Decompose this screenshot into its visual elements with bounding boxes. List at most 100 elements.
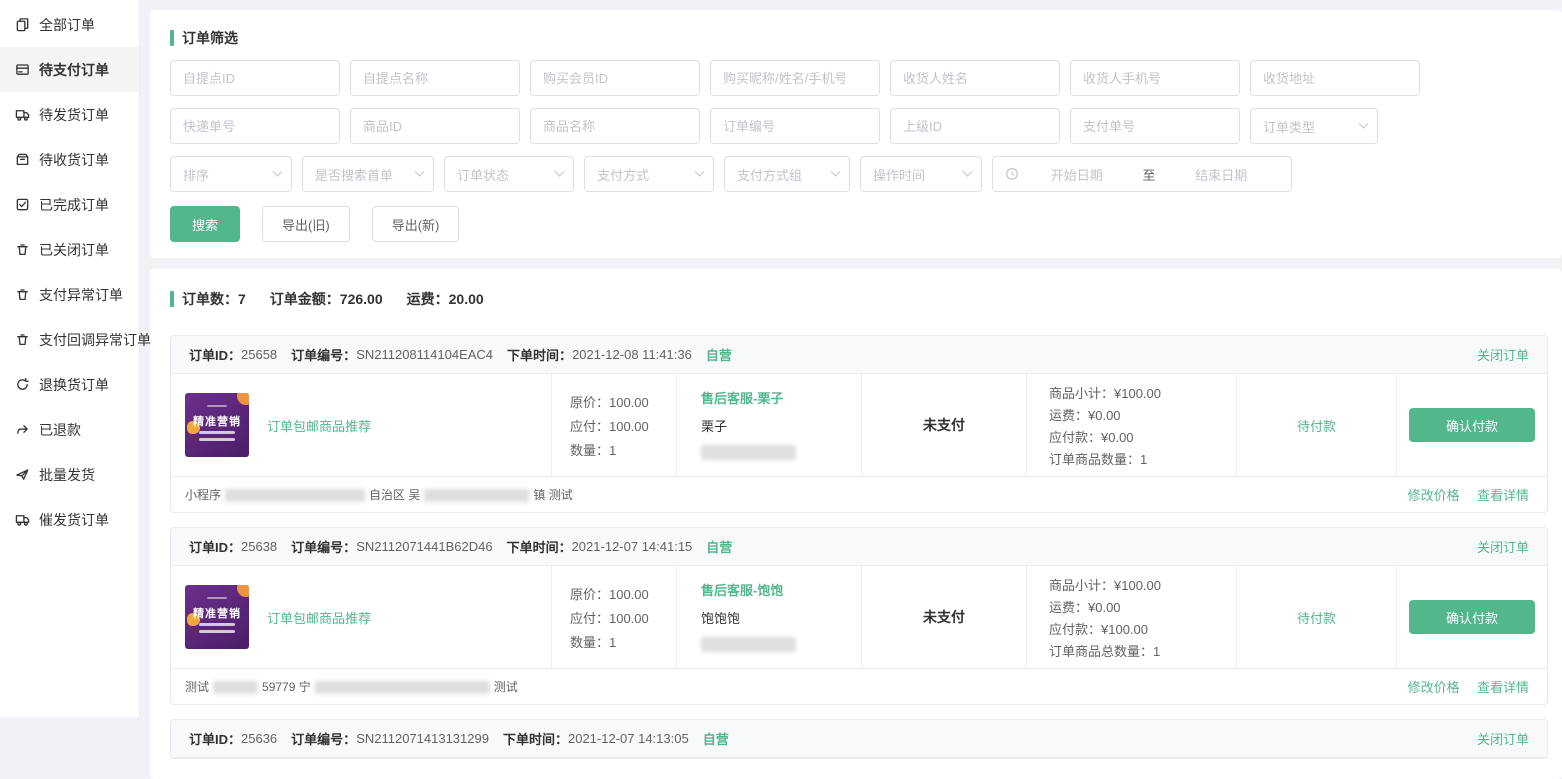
- parent-id-input[interactable]: [890, 108, 1060, 144]
- sidebar-item-return-exchange[interactable]: 退换货订单: [0, 362, 139, 407]
- sidebar-item-batch-shipment[interactable]: 批量发货: [0, 452, 139, 497]
- export-old-button[interactable]: 导出(旧): [262, 206, 350, 242]
- pickup-point-id-input[interactable]: [170, 60, 340, 96]
- amount-due: 应付款：¥100.00: [1049, 619, 1236, 641]
- truck-icon: [15, 107, 30, 122]
- order-id-value: 25658: [241, 347, 277, 362]
- chevron-down-icon: [555, 166, 565, 176]
- order-sn-input[interactable]: [710, 108, 880, 144]
- order-id-value: 25638: [241, 539, 277, 554]
- cover-decoration: [237, 585, 249, 597]
- sidebar-item-refunded[interactable]: 已退款: [0, 407, 139, 452]
- product-cover-title: 精准营销: [185, 605, 249, 621]
- share-arrow-icon: [15, 422, 30, 437]
- confirm-payment-button[interactable]: 确认付款: [1409, 408, 1535, 442]
- after-sale-service-title: 售后客服-栗子: [701, 388, 861, 407]
- sort-select[interactable]: 排序: [170, 156, 292, 192]
- order-card: 订单ID： 25658 订单编号： SN211208114104EAC4 下单时…: [170, 335, 1548, 513]
- close-order-link[interactable]: 关闭订单: [1477, 537, 1529, 556]
- edit-price-link[interactable]: 修改价格: [1408, 680, 1460, 695]
- total-quantity: 订单商品数量：1: [1049, 449, 1236, 471]
- buyer-nickname-input[interactable]: [710, 60, 880, 96]
- product-id-input[interactable]: [350, 108, 520, 144]
- receiver-name-input[interactable]: [890, 60, 1060, 96]
- export-new-button[interactable]: 导出(新): [372, 206, 460, 242]
- receiver-phone-input[interactable]: [1070, 60, 1240, 96]
- sidebar-item-label: 全部订单: [39, 15, 95, 35]
- total-quantity: 订单商品总数量：1: [1049, 641, 1236, 663]
- order-card-body: 精准营销 订单包邮商品推荐 原价：100.00 应付：100.00 数量：1 售…: [171, 374, 1547, 476]
- redacted-text: [315, 681, 490, 694]
- confirm-payment-button[interactable]: 确认付款: [1409, 600, 1535, 634]
- sidebar-item-pending-receipt[interactable]: 待收货订单: [0, 137, 139, 182]
- view-detail-link[interactable]: 查看详情: [1477, 488, 1529, 503]
- order-time-value: 2021-12-07 14:41:15: [572, 539, 693, 554]
- order-sn-label: 订单编号：: [291, 537, 356, 556]
- close-order-link[interactable]: 关闭订单: [1477, 345, 1529, 364]
- subtotal: 商品小计：¥100.00: [1049, 383, 1236, 405]
- order-card: 订单ID： 25636 订单编号： SN2112071413131299 下单时…: [170, 719, 1548, 759]
- chevron-down-icon: [695, 166, 705, 176]
- sidebar-item-label: 待收货订单: [39, 150, 109, 170]
- paper-plane-icon: [15, 467, 30, 482]
- sidebar-item-pending-payment[interactable]: 待支付订单: [0, 47, 139, 92]
- order-status-select[interactable]: 订单状态: [444, 156, 574, 192]
- pending-payment-status: 待付款: [1236, 566, 1396, 668]
- payment-method-select[interactable]: 支付方式: [584, 156, 714, 192]
- order-sn-value: SN2112071441B62D46: [356, 539, 492, 554]
- freight-total: 运费：20.00: [407, 289, 484, 309]
- close-order-link[interactable]: 关闭订单: [1477, 729, 1529, 748]
- first-order-select[interactable]: 是否搜索首单: [302, 156, 434, 192]
- chevron-down-icon: [1359, 118, 1369, 128]
- buyer-member-id-input[interactable]: [530, 60, 700, 96]
- order-time-label: 下单时间：: [503, 729, 568, 748]
- product-name-link[interactable]: 订单包邮商品推荐: [267, 608, 371, 627]
- receiver-address-input[interactable]: [1250, 60, 1420, 96]
- order-id-value: 25636: [241, 731, 277, 746]
- sidebar-item-pending-shipment[interactable]: 待发货订单: [0, 92, 139, 137]
- redacted-text: [213, 681, 258, 694]
- order-card-footer: 测试59779 宁测试 修改价格 查看详情: [171, 668, 1547, 704]
- pickup-point-name-input[interactable]: [350, 60, 520, 96]
- operation-time-select[interactable]: 操作时间: [860, 156, 982, 192]
- payment-method-group-select[interactable]: 支付方式组: [724, 156, 850, 192]
- green-accent-bar: [170, 30, 174, 46]
- quantity: 数量：1: [570, 631, 676, 655]
- filter-row-1: [170, 60, 1542, 96]
- edit-price-link[interactable]: 修改价格: [1408, 488, 1460, 503]
- order-card: 订单ID： 25638 订单编号： SN2112071441B62D46 下单时…: [170, 527, 1548, 705]
- search-button[interactable]: 搜索: [170, 206, 240, 242]
- quantity: 数量：1: [570, 439, 676, 463]
- order-id-label: 订单ID：: [189, 537, 241, 556]
- product-image: 精准营销: [185, 585, 249, 649]
- sidebar-item-payment-exception[interactable]: 支付异常订单: [0, 272, 139, 317]
- service-contact-name: 栗子: [701, 416, 861, 435]
- product-name-input[interactable]: [530, 108, 700, 144]
- amount-due: 应付款：¥0.00: [1049, 427, 1236, 449]
- product-name-link[interactable]: 订单包邮商品推荐: [267, 416, 371, 435]
- order-sn-value: SN211208114104EAC4: [356, 347, 493, 362]
- payable-price: 应付：100.00: [570, 415, 676, 439]
- check-square-icon: [15, 197, 30, 212]
- sidebar-item-closed[interactable]: 已关闭订单: [0, 227, 139, 272]
- order-card-header: 订单ID： 25658 订单编号： SN211208114104EAC4 下单时…: [171, 336, 1547, 374]
- main-content: 订单筛选 订单类型 排序: [141, 0, 1562, 717]
- view-detail-link[interactable]: 查看详情: [1477, 680, 1529, 695]
- totals-column: 商品小计：¥100.00 运费：¥0.00 应付款：¥100.00 订单商品总数…: [1026, 566, 1236, 668]
- date-range-picker[interactable]: 开始日期 至 结束日期: [992, 156, 1292, 192]
- order-filter-panel: 订单筛选 订单类型 排序: [150, 10, 1562, 258]
- sidebar-item-label: 催发货订单: [39, 510, 109, 530]
- tracking-number-input[interactable]: [170, 108, 340, 144]
- product-image: 精准营销: [185, 393, 249, 457]
- sidebar-item-urge-shipment[interactable]: 催发货订单: [0, 497, 139, 542]
- payment-sn-input[interactable]: [1070, 108, 1240, 144]
- sidebar-item-all-orders[interactable]: 全部订单: [0, 2, 139, 47]
- order-type-select[interactable]: 订单类型: [1250, 108, 1378, 144]
- sidebar-item-label: 支付异常订单: [39, 285, 123, 305]
- sidebar-item-completed[interactable]: 已完成订单: [0, 182, 139, 227]
- order-amount: 订单金额：726.00: [270, 289, 383, 309]
- order-id-label: 订单ID：: [189, 729, 241, 748]
- order-card-body: 精准营销 订单包邮商品推荐 原价：100.00 应付：100.00 数量：1 售…: [171, 566, 1547, 668]
- sidebar-item-callback-exception[interactable]: 支付回调异常订单: [0, 317, 139, 362]
- service-column: 售后客服-栗子 栗子: [676, 374, 861, 476]
